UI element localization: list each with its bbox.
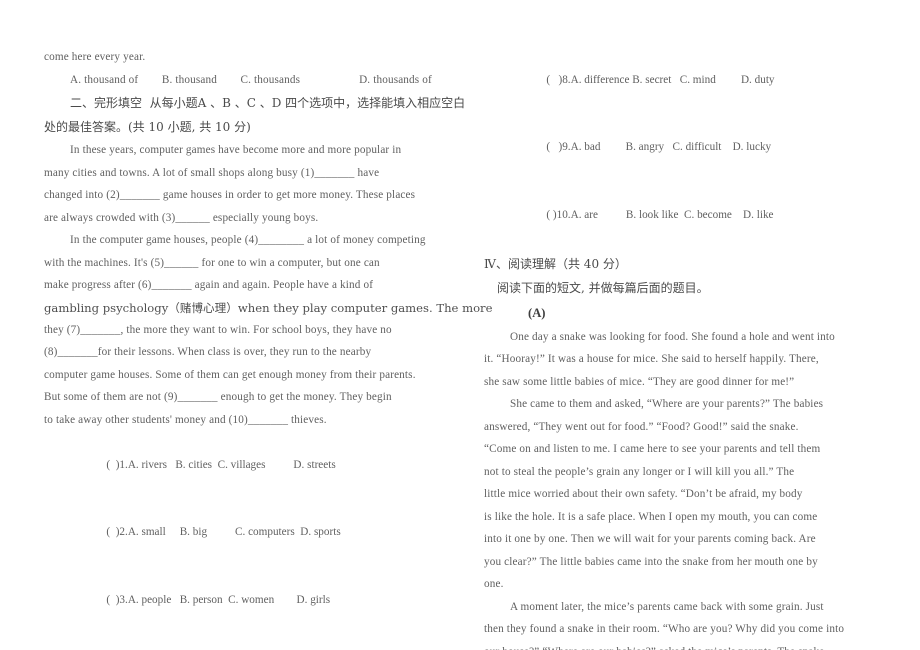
question-options[interactable]: A. difference B. secret C. mind D. duty xyxy=(571,74,775,86)
cloze-p1-line-2: many cities and towns. A lot of small sh… xyxy=(44,166,380,179)
question-options[interactable]: A. rivers B. cities C. villages D. stree… xyxy=(128,459,336,471)
question-row[interactable]: ( )4.A. take B. win C. use D. spend xyxy=(44,634,456,650)
section-four-instruction: 阅读下面的短文, 并做每篇后面的题目。 xyxy=(497,280,709,295)
reading-p2-line-1: She came to them and asked, “Where are y… xyxy=(510,398,824,410)
question-row[interactable]: ( )1.A. rivers B. cities C. villages D. … xyxy=(44,431,456,499)
worksheet-page: come here every year. A. thousand of B. … xyxy=(0,0,920,650)
cloze-p2-line-8: But some of them are not (9)_______ enou… xyxy=(44,391,392,403)
carry-over-line: come here every year. xyxy=(44,51,146,63)
question-number: ( )9. xyxy=(546,141,571,153)
reading-p2-line-7: into it one by one. Then we will wait fo… xyxy=(484,533,816,545)
reading-p2-line-4: not to steal the people’s grain any long… xyxy=(484,465,795,478)
question-number: ( )10. xyxy=(546,208,571,221)
cloze-p2-line-3: make progress after (6)_______ again and… xyxy=(44,279,374,291)
reading-p3-line-2: then they found a snake in their room. “… xyxy=(484,623,845,635)
question-number: ( )1. xyxy=(106,458,128,471)
reading-p1-line-3: she saw some little babies of mice. “The… xyxy=(484,375,795,388)
reading-p2-line-2: answered, “They went out for food.” “Foo… xyxy=(484,420,799,433)
section-four-title: Ⅳ、阅读理解（共 40 分） xyxy=(484,256,627,271)
two-column-layout: come here every year. A. thousand of B. … xyxy=(0,0,920,650)
passage-label-a: (A) xyxy=(528,305,546,320)
reading-p2-line-5: little mice worried about their own safe… xyxy=(484,488,803,500)
cloze-p2-line-2: with the machines. It's (5)______ for on… xyxy=(44,256,380,269)
reading-p2-line-3: “Come on and listen to me. I came here t… xyxy=(484,443,821,455)
cloze-p1-line-1: In these years, computer games have beco… xyxy=(70,144,402,156)
cloze-p2-line-5: they (7)_______, the more they want to w… xyxy=(44,323,392,336)
question-row[interactable]: ( )9.A. bad B. angry C. difficult D. luc… xyxy=(484,114,896,182)
question-number: ( )2. xyxy=(106,526,128,538)
cloze-p2-line-1: In the computer game houses, people (4)_… xyxy=(70,234,426,246)
cloze-p2-line-7: computer game houses. Some of them can g… xyxy=(44,368,416,381)
question-row[interactable]: ( )10.A. are B. look like C. become D. l… xyxy=(484,181,896,249)
question-options[interactable]: A. small B. big C. computers D. sports xyxy=(128,526,341,538)
question-row[interactable]: ( )8.A. difference B. secret C. mind D. … xyxy=(484,46,896,114)
question-options[interactable]: A. are B. look like C. become D. like xyxy=(571,209,774,221)
reading-p2-line-9: one. xyxy=(484,578,504,590)
section-two-title-line-1: 二、完形填空 从每小题A 、B 、C 、D 四个选项中，选择能填入相应空白 xyxy=(70,96,466,110)
question-options[interactable]: A. bad B. angry C. difficult D. lucky xyxy=(571,141,772,153)
question-number: ( )8. xyxy=(546,73,571,86)
reading-p2-line-6: is like the hole. It is a safe place. Wh… xyxy=(484,510,818,523)
reading-p2-line-8: you clear?” The little babies came into … xyxy=(484,555,818,568)
question-row[interactable]: ( )3.A. people B. person C. women D. gir… xyxy=(44,566,456,634)
cloze-p2-line-4: gambling psychology（赌博心理）when they play … xyxy=(44,300,493,315)
cloze-p1-line-4: are always crowded with (3)______ especi… xyxy=(44,211,319,224)
reading-p3-line-1: A moment later, the mice’s parents came … xyxy=(510,600,824,613)
reading-p1-line-1: One day a snake was looking for food. Sh… xyxy=(510,330,835,343)
cloze-p2-line-9: to take away other students' money and (… xyxy=(44,413,327,426)
section-two-title-line-2: 处的最佳答案。(共 10 小题, 共 10 分) xyxy=(44,120,251,134)
question-row[interactable]: ( )2.A. small B. big C. computers D. spo… xyxy=(44,499,456,567)
right-column: ( )8.A. difference B. secret C. mind D. … xyxy=(484,46,896,650)
reading-p1-line-2: it. “Hooray!” It was a house for mice. S… xyxy=(484,353,819,365)
question-options[interactable]: A. people B. person C. women D. girls xyxy=(128,594,330,606)
question-number: ( )3. xyxy=(106,593,128,606)
left-column: come here every year. A. thousand of B. … xyxy=(44,46,493,640)
carry-over-options: A. thousand of B. thousand C. thousands … xyxy=(70,73,432,86)
reading-p3-line-3: our house?” “Where are our babies?” aske… xyxy=(484,641,896,650)
cloze-p2-line-6: (8)_______for their lessons. When class … xyxy=(44,346,372,358)
cloze-p1-line-3: changed into (2)_______ game houses in o… xyxy=(44,189,416,201)
